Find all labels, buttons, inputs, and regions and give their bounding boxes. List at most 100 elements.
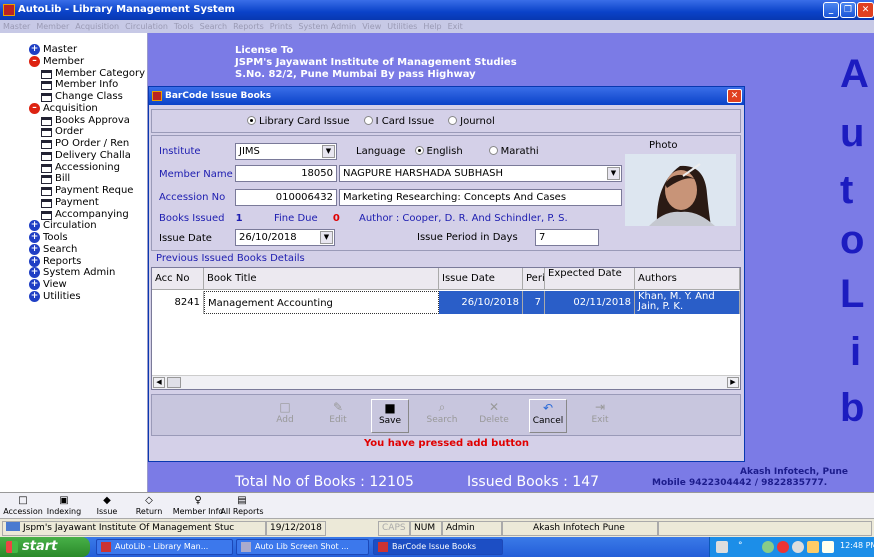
chevron-down-icon[interactable]: ▼: [322, 145, 335, 158]
menu-reports[interactable]: Reports: [233, 22, 264, 31]
grid-header-authors[interactable]: Authors: [635, 268, 740, 290]
tray-arrow-icon[interactable]: °: [738, 541, 748, 553]
menu-system-admin[interactable]: System Admin: [298, 22, 356, 31]
tree-item-payment[interactable]: Payment: [0, 197, 147, 209]
tree-item-accompanying[interactable]: Accompanying: [0, 209, 147, 221]
add-button[interactable]: □ Add: [266, 399, 304, 433]
expand-icon[interactable]: +: [29, 44, 40, 55]
expand-icon[interactable]: +: [29, 290, 40, 302]
issue-date-picker[interactable]: 26/10/2018 ▼: [235, 229, 335, 246]
quick-issue-button[interactable]: ◆ Issue: [87, 495, 127, 516]
exit-button[interactable]: ⇥ Exit: [581, 399, 619, 433]
taskbar-item[interactable]: AutoLib - Library Man...: [96, 539, 233, 555]
institute-select[interactable]: JIMS ▼: [235, 143, 337, 160]
antivirus-icon[interactable]: [777, 541, 789, 553]
radio-button[interactable]: [448, 116, 458, 125]
tree-item-reports[interactable]: + Reports: [0, 255, 147, 268]
scroll-right-icon[interactable]: ▶: [727, 377, 739, 388]
menu-search[interactable]: Search: [200, 22, 227, 31]
menu-exit[interactable]: Exit: [448, 22, 463, 31]
menu-acquisition[interactable]: Acquisition: [75, 22, 119, 31]
tree-item-books-approva[interactable]: Books Approva: [0, 115, 147, 127]
tree-item-change-class[interactable]: Change Class: [0, 91, 147, 103]
expand-icon[interactable]: +: [29, 279, 40, 290]
maximize-button[interactable]: ❐: [840, 2, 856, 18]
expand-icon[interactable]: +: [29, 220, 40, 232]
language-icon[interactable]: [822, 541, 834, 553]
accession-no-field[interactable]: 010006432: [235, 189, 337, 206]
grid-header-acc-no[interactable]: Acc No: [152, 268, 204, 290]
tree-item-member-category[interactable]: Member Category: [0, 68, 147, 80]
menu-master[interactable]: Master: [3, 22, 30, 31]
language-english[interactable]: English: [414, 146, 463, 157]
search-button[interactable]: ⌕ Search: [423, 399, 461, 433]
radio-button[interactable]: [247, 116, 256, 125]
tree-item-payment-reque[interactable]: Payment Reque: [0, 185, 147, 197]
tree-item-bill[interactable]: Bill: [0, 173, 147, 185]
minimize-button[interactable]: _: [823, 2, 839, 18]
member-name-select[interactable]: NAGPURE HARSHADA SUBHASH ▼: [339, 165, 622, 182]
quick-return-button[interactable]: ◇ Return: [129, 495, 169, 516]
taskbar-item[interactable]: Auto Lib Screen Shot ...: [236, 539, 369, 555]
tree-item-member[interactable]: – Member: [0, 55, 147, 68]
grid-header-book-title[interactable]: Book Title: [204, 268, 439, 290]
menu-member[interactable]: Member: [36, 22, 69, 31]
quick-accession-button[interactable]: □ Accession: [3, 495, 43, 516]
menu-tools[interactable]: Tools: [174, 22, 194, 31]
tree-item-delivery-challa[interactable]: Delivery Challa: [0, 150, 147, 162]
menu-view[interactable]: View: [362, 22, 381, 31]
radio-button[interactable]: [414, 146, 424, 155]
menu-prints[interactable]: Prints: [270, 22, 293, 31]
help-icon[interactable]: [716, 541, 728, 553]
tree-item-search[interactable]: + Search: [0, 243, 147, 256]
tree-item-utilities[interactable]: + Utilities: [0, 290, 147, 303]
tree-item-po-order-ren[interactable]: PO Order / Ren: [0, 138, 147, 150]
expand-icon[interactable]: +: [29, 267, 40, 279]
edit-button[interactable]: ✎ Edit: [319, 399, 357, 433]
grid-header-perid[interactable]: Perid: [523, 268, 545, 290]
tree-item-acquisition[interactable]: – Acquisition: [0, 102, 147, 115]
tree-item-order[interactable]: Order: [0, 126, 147, 138]
cancel-button[interactable]: ↶ Cancel: [529, 399, 567, 433]
grid-header-expected-date[interactable]: Expected Date: [545, 268, 635, 290]
start-button[interactable]: start: [0, 537, 90, 557]
quick-indexing-button[interactable]: ▣ Indexing: [44, 495, 84, 516]
close-button[interactable]: ✕: [857, 2, 874, 18]
save-button[interactable]: ■ Save: [371, 399, 409, 433]
expand-icon[interactable]: +: [29, 255, 40, 267]
collapse-icon[interactable]: –: [29, 55, 40, 67]
delete-button[interactable]: ✕ Delete: [475, 399, 513, 433]
issue-type-i-card-issue[interactable]: I Card Issue: [363, 116, 434, 127]
issue-type-journol[interactable]: Journol: [448, 116, 495, 127]
menu-utilities[interactable]: Utilities: [387, 22, 417, 31]
scroll-thumb[interactable]: [167, 377, 181, 388]
language-marathi[interactable]: Marathi: [488, 146, 539, 157]
chevron-down-icon[interactable]: ▼: [607, 167, 620, 180]
horizontal-scrollbar[interactable]: ◀ ▶: [152, 375, 740, 389]
expand-icon[interactable]: +: [29, 232, 40, 243]
tree-item-accessioning[interactable]: Accessioning: [0, 162, 147, 174]
issue-period-field[interactable]: 7: [535, 229, 599, 246]
chevron-down-icon[interactable]: ▼: [320, 231, 333, 244]
radio-button[interactable]: [363, 116, 373, 125]
grid-header-issue-date[interactable]: Issue Date: [439, 268, 523, 290]
member-id-field[interactable]: 18050: [235, 165, 337, 182]
expand-icon[interactable]: +: [29, 243, 40, 255]
taskbar-item[interactable]: BarCode Issue Books: [373, 539, 503, 555]
clock-app-icon[interactable]: [792, 541, 804, 553]
collapse-icon[interactable]: –: [29, 102, 40, 114]
scroll-left-icon[interactable]: ◀: [153, 377, 165, 388]
tree-item-system-admin[interactable]: + System Admin: [0, 267, 147, 279]
tree-item-view[interactable]: + View: [0, 279, 147, 291]
tree-item-circulation[interactable]: + Circulation: [0, 220, 147, 232]
tree-item-member-info[interactable]: Member Info: [0, 79, 147, 91]
radio-button[interactable]: [488, 146, 498, 155]
dialog-close-button[interactable]: ✕: [727, 89, 742, 103]
tree-item-master[interactable]: + Master: [0, 44, 147, 56]
tree-item-tools[interactable]: + Tools: [0, 232, 147, 244]
quick-all-reports-button[interactable]: ▤ All Reports: [216, 495, 268, 516]
issue-type-library-card-issue[interactable]: Library Card Issue: [247, 116, 350, 127]
volume-icon[interactable]: [807, 541, 819, 553]
menu-circulation[interactable]: Circulation: [125, 22, 168, 31]
network-icon[interactable]: [762, 541, 774, 553]
